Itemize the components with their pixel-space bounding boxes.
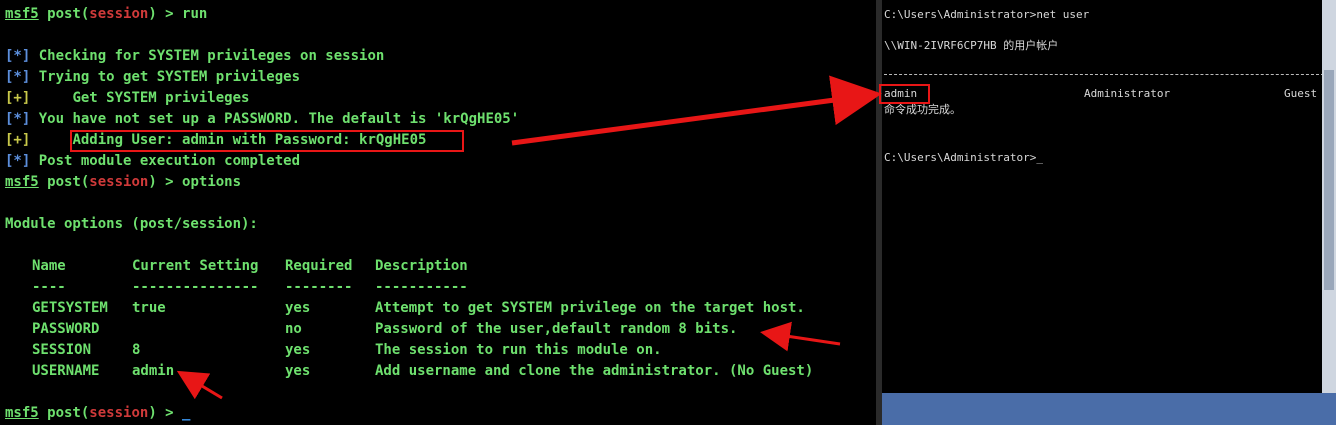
command-text: run bbox=[182, 6, 208, 22]
status-text: Get SYSTEM privileges bbox=[30, 90, 250, 106]
msf-prompt-current[interactable]: msf5 post(session) > _ bbox=[5, 403, 190, 424]
status-line: [*] You have not set up a PASSWORD. The … bbox=[5, 109, 519, 130]
row-description: The session to run this module on. bbox=[375, 342, 662, 358]
text-cursor: _ bbox=[182, 405, 191, 421]
row-setting: true bbox=[132, 300, 166, 316]
status-tag: [*] bbox=[5, 69, 31, 85]
row-name: PASSWORD bbox=[32, 321, 100, 337]
prompt-module-name: session bbox=[89, 405, 149, 421]
status-text: Checking for SYSTEM privileges on sessio… bbox=[30, 48, 385, 64]
row-required: yes bbox=[285, 363, 311, 379]
column-divider: ---- bbox=[32, 279, 66, 295]
highlight-box-admin-user bbox=[879, 84, 930, 104]
msf-prompt-run: msf5 post(session) > run bbox=[5, 4, 207, 25]
row-setting: 8 bbox=[132, 342, 141, 358]
separator-line bbox=[884, 74, 1324, 75]
column-header-required: Required bbox=[285, 258, 353, 274]
status-text: Trying to get SYSTEM privileges bbox=[30, 69, 301, 85]
prompt-module-pre: post( bbox=[38, 174, 90, 190]
prompt-module-post: ) > bbox=[148, 174, 183, 190]
cmd-prompt-current[interactable]: C:\Users\Administrator>_ bbox=[884, 150, 1043, 166]
column-header-name: Name bbox=[32, 258, 66, 274]
text-cursor: _ bbox=[1036, 151, 1043, 164]
status-text: You have not set up a PASSWORD. The defa… bbox=[30, 111, 520, 127]
status-tag: [+] bbox=[5, 90, 31, 106]
prompt-module-post: ) > bbox=[148, 6, 183, 22]
row-required: yes bbox=[285, 342, 311, 358]
column-header-description: Description bbox=[375, 258, 468, 274]
windows-cmd-window[interactable]: C:\Users\Administrator>net user \\WIN-2I… bbox=[882, 0, 1336, 393]
prompt-module-pre: post( bbox=[38, 405, 90, 421]
user-guest: Guest bbox=[1284, 87, 1318, 100]
row-name: GETSYSTEM bbox=[32, 300, 108, 316]
status-text: Post module execution completed bbox=[30, 153, 301, 169]
highlight-box-adding-user bbox=[70, 130, 464, 152]
cmd-prompt-net-user: C:\Users\Administrator>net user bbox=[884, 8, 1090, 21]
msf-prompt-label: msf5 bbox=[5, 6, 39, 22]
command-text: options bbox=[182, 174, 242, 190]
msf-prompt-options: msf5 post(session) > options bbox=[5, 172, 241, 193]
row-required: no bbox=[285, 321, 302, 337]
prompt-module-pre: post( bbox=[38, 6, 90, 22]
status-tag: [*] bbox=[5, 48, 31, 64]
msf-prompt-label: msf5 bbox=[5, 174, 39, 190]
status-tag: [+] bbox=[5, 132, 31, 148]
vertical-scrollbar[interactable] bbox=[1322, 0, 1336, 393]
row-name: SESSION bbox=[32, 342, 92, 358]
column-divider: ----------- bbox=[375, 279, 468, 295]
row-description: Attempt to get SYSTEM privilege on the t… bbox=[375, 300, 805, 316]
cmd-prompt-text: C:\Users\Administrator> bbox=[884, 151, 1037, 164]
msf-terminal[interactable]: msf5 post(session) > run [*] Checking fo… bbox=[0, 0, 876, 425]
status-tag: [*] bbox=[5, 153, 31, 169]
status-tag: [*] bbox=[5, 111, 31, 127]
scrollbar-thumb[interactable] bbox=[1324, 70, 1334, 290]
row-description: Password of the user,default random 8 bi… bbox=[375, 321, 738, 337]
module-options-title: Module options (post/session): bbox=[5, 216, 258, 232]
status-line: [*] Trying to get SYSTEM privileges bbox=[5, 67, 300, 88]
status-line: [*] Checking for SYSTEM privileges on se… bbox=[5, 46, 384, 67]
column-divider: --------------- bbox=[132, 279, 259, 295]
prompt-module-post: ) > bbox=[148, 405, 183, 421]
accounts-header: \\WIN-2IVRF6CP7HB 的用户帐户 bbox=[884, 39, 1059, 52]
row-setting: admin bbox=[132, 363, 175, 379]
prompt-module-name: session bbox=[89, 6, 149, 22]
row-description: Add username and clone the administrator… bbox=[375, 363, 814, 379]
windows-taskbar[interactable] bbox=[882, 393, 1336, 425]
column-divider: -------- bbox=[285, 279, 353, 295]
completed-message: 命令成功完成。 bbox=[884, 103, 961, 116]
prompt-module-name: session bbox=[89, 174, 149, 190]
user-administrator: Administrator bbox=[1084, 87, 1171, 100]
row-name: USERNAME bbox=[32, 363, 100, 379]
msf-prompt-label: msf5 bbox=[5, 405, 39, 421]
column-header-setting: Current Setting bbox=[132, 258, 259, 274]
row-required: yes bbox=[285, 300, 311, 316]
status-line: [+] Get SYSTEM privileges bbox=[5, 88, 249, 109]
status-line: [*] Post module execution completed bbox=[5, 151, 300, 172]
